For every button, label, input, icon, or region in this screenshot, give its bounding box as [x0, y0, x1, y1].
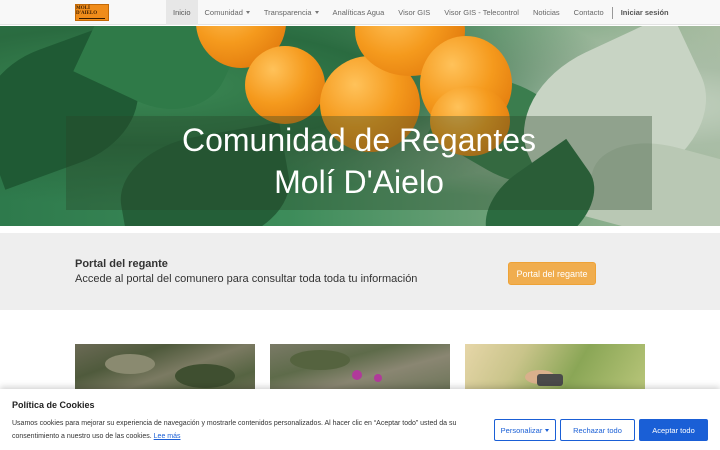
tablet-device [537, 374, 563, 386]
cookie-banner: Política de Cookies Usamos cookies para … [0, 389, 720, 450]
reject-all-button[interactable]: Rechazar todo [560, 419, 635, 441]
cookie-text: Usamos cookies para mejorar su experienc… [12, 417, 472, 443]
cookie-body: Usamos cookies para mejorar su experienc… [12, 420, 457, 440]
nav-item-contacto[interactable]: Contacto [567, 0, 611, 25]
terrain-patch [290, 350, 350, 370]
nav-item-transparencia-label: Transparencia [263, 8, 312, 17]
nav-item-comunidad-label: Comunidad [204, 8, 243, 17]
logo-text: MOLÍ D'AIELO [76, 6, 98, 16]
site-logo[interactable]: MOLÍ D'AIELO [75, 4, 109, 21]
nav-item-visor-gis-telecontrol[interactable]: Visor GIS - Telecontrol [437, 0, 526, 25]
portal-subtitle: Accede al portal del comunero para consu… [75, 273, 418, 285]
news-card-image[interactable] [270, 344, 450, 394]
main-nav: Inicio Comunidad Transparencia Analítica… [166, 0, 676, 25]
top-navbar: MOLÍ D'AIELO Inicio Comunidad Transparen… [0, 0, 720, 25]
terrain-patch [175, 364, 235, 388]
personalize-label: Personalizar [500, 425, 543, 435]
nav-divider [611, 6, 613, 19]
hero-banner: Comunidad de Regantes Molí D'Aielo [0, 26, 720, 226]
hero-title-line1: Comunidad de Regantes [181, 122, 536, 158]
map-marker [374, 374, 382, 382]
map-marker [352, 370, 362, 380]
orange-fruit [245, 46, 325, 124]
nav-item-comunidad[interactable]: Comunidad [198, 0, 257, 25]
chevron-down-icon [314, 11, 319, 14]
nav-item-visor-gis[interactable]: Visor GIS [391, 0, 437, 25]
chevron-down-icon [245, 11, 250, 14]
news-card-image[interactable] [75, 344, 255, 394]
nav-item-transparencia[interactable]: Transparencia [257, 0, 326, 25]
nav-item-analiticas-agua[interactable]: Analíticas Agua [326, 0, 392, 25]
terrain-patch [105, 354, 155, 374]
nav-item-noticias[interactable]: Noticias [526, 0, 567, 25]
accept-all-button[interactable]: Aceptar todo [639, 419, 708, 441]
personalize-button[interactable]: Personalizar [494, 419, 556, 441]
login-link[interactable]: Iniciar sesión [614, 0, 676, 25]
logo-underline [79, 18, 105, 19]
portal-button[interactable]: Portal del regante [508, 262, 596, 285]
cookie-title: Política de Cookies [12, 400, 95, 410]
hero-title-line2: Molí D'Aielo [274, 164, 444, 200]
portal-title: Portal del regante [75, 258, 168, 270]
cookie-read-more-link[interactable]: Lee más [154, 433, 181, 440]
nav-item-inicio[interactable]: Inicio [166, 0, 198, 25]
news-card-image[interactable] [465, 344, 645, 394]
portal-section: Portal del regante Accede al portal del … [0, 233, 720, 310]
chevron-down-icon [545, 428, 550, 432]
